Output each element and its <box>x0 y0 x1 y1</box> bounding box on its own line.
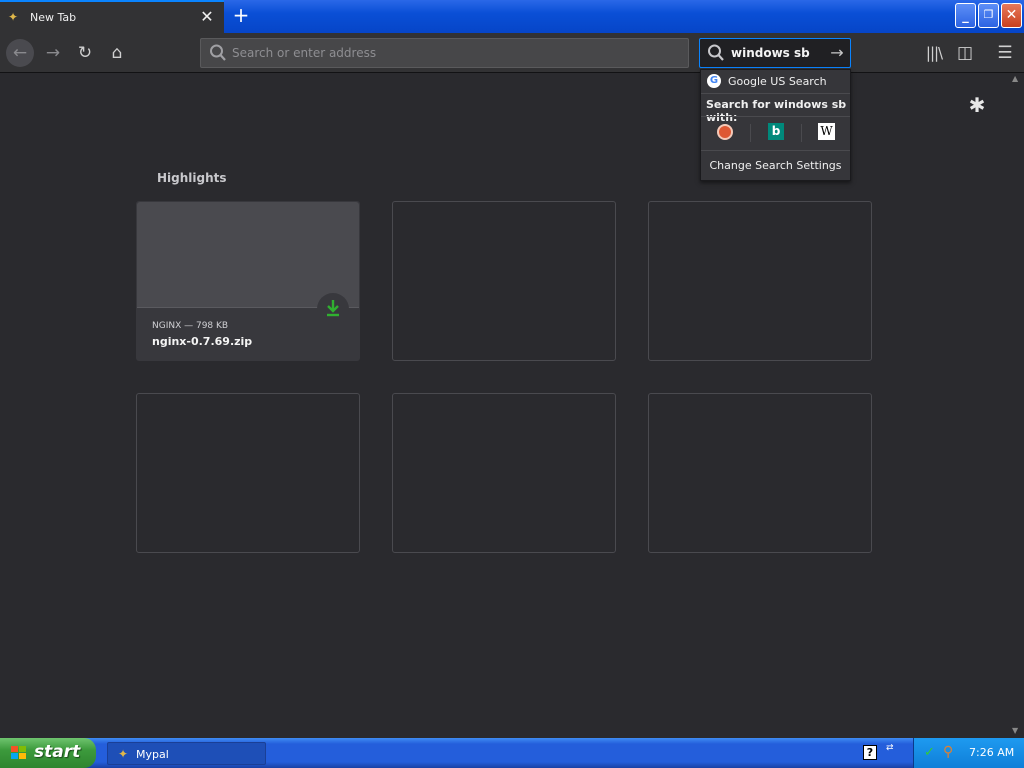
empty-highlight-slot <box>648 393 872 553</box>
title-bar: ✦ New Tab ✕ + _ ❐ ✕ <box>0 0 1024 33</box>
sidebar-button[interactable]: ◫ <box>951 39 979 67</box>
empty-highlight-slot <box>648 201 872 361</box>
wikipedia-button[interactable]: W <box>814 120 838 144</box>
search-icon <box>210 44 226 61</box>
system-tray: ✓ ⚲ 7:26 AM <box>913 738 1024 768</box>
scroll-down-icon[interactable]: ▼ <box>1012 726 1020 735</box>
start-button[interactable]: start <box>0 738 96 768</box>
mypal-icon: ✦ <box>118 747 129 761</box>
new-tab-button[interactable]: + <box>230 4 252 28</box>
change-search-settings-button[interactable]: Change Search Settings <box>701 159 850 172</box>
start-label: start <box>34 742 81 762</box>
restore-button[interactable]: ❐ <box>978 3 999 28</box>
reload-button[interactable]: ↻ <box>71 39 99 67</box>
minimize-button[interactable]: _ <box>955 3 976 28</box>
clock: 7:26 AM <box>969 746 1015 759</box>
engine-google-row[interactable]: G Google US Search <box>701 70 850 93</box>
address-input[interactable] <box>232 41 672 65</box>
card-meta: NGINX — 798 KB <box>152 321 229 331</box>
scroll-up-icon[interactable]: ▲ <box>1012 74 1020 83</box>
search-icon <box>708 44 724 61</box>
divider <box>701 93 850 94</box>
close-window-button[interactable]: ✕ <box>1001 3 1022 28</box>
wikipedia-icon: W <box>818 123 835 140</box>
engine-label: Google US Search <box>728 75 827 88</box>
empty-highlight-slot <box>136 393 360 553</box>
bing-button[interactable]: b <box>764 120 788 144</box>
search-go-button[interactable]: → <box>826 42 848 64</box>
bing-icon: b <box>768 123 784 140</box>
close-tab-icon[interactable]: ✕ <box>199 7 215 27</box>
gear-icon[interactable]: ✱ <box>966 94 988 116</box>
sync-icon[interactable]: ⇄ <box>886 743 898 763</box>
navigation-toolbar: ← → ↻ ⌂ windows sb → |||\ ◫ ☰ <box>0 33 1024 73</box>
card-thumbnail <box>137 202 359 308</box>
divider <box>801 124 802 142</box>
taskbar-item-label: Mypal <box>136 748 169 761</box>
highlights-heading: Highlights <box>157 171 227 185</box>
search-suggestions-popup: G Google US Search Search for windows sb… <box>700 69 851 181</box>
network-icon[interactable]: ✓ <box>924 745 940 761</box>
windows-flag-icon <box>11 746 26 759</box>
search-tray-icon[interactable]: ⚲ <box>943 744 959 760</box>
tab-new-tab[interactable]: ✦ New Tab ✕ <box>0 0 224 33</box>
help-icon[interactable]: ? <box>863 745 877 760</box>
google-icon: G <box>707 74 721 88</box>
home-button[interactable]: ⌂ <box>103 39 131 67</box>
highlight-card[interactable]: NGINX — 798 KB nginx-0.7.69.zip <box>136 201 360 361</box>
download-icon <box>327 300 339 317</box>
mypal-favicon-icon: ✦ <box>8 10 19 24</box>
address-bar[interactable] <box>200 38 689 68</box>
empty-highlight-slot <box>392 393 616 553</box>
library-button[interactable]: |||\ <box>920 39 948 67</box>
back-button[interactable]: ← <box>6 39 34 67</box>
taskbar: start ✦ Mypal ? ⇄ ✓ ⚲ 7:26 AM <box>0 738 1024 768</box>
card-filename: nginx-0.7.69.zip <box>152 335 253 348</box>
taskbar-item-mypal[interactable]: ✦ Mypal <box>107 742 266 765</box>
empty-highlight-slot <box>392 201 616 361</box>
divider <box>750 124 751 142</box>
scrollbar[interactable]: ▲ ▼ <box>1008 74 1024 738</box>
duckduckgo-icon <box>717 124 733 140</box>
divider <box>701 150 850 151</box>
tab-label: New Tab <box>30 11 77 24</box>
search-bar[interactable]: windows sb → <box>699 38 851 68</box>
duckduckgo-button[interactable] <box>713 120 737 144</box>
search-input[interactable]: windows sb <box>731 46 810 60</box>
forward-button[interactable]: → <box>39 39 67 67</box>
divider <box>701 116 850 117</box>
menu-button[interactable]: ☰ <box>991 39 1019 67</box>
